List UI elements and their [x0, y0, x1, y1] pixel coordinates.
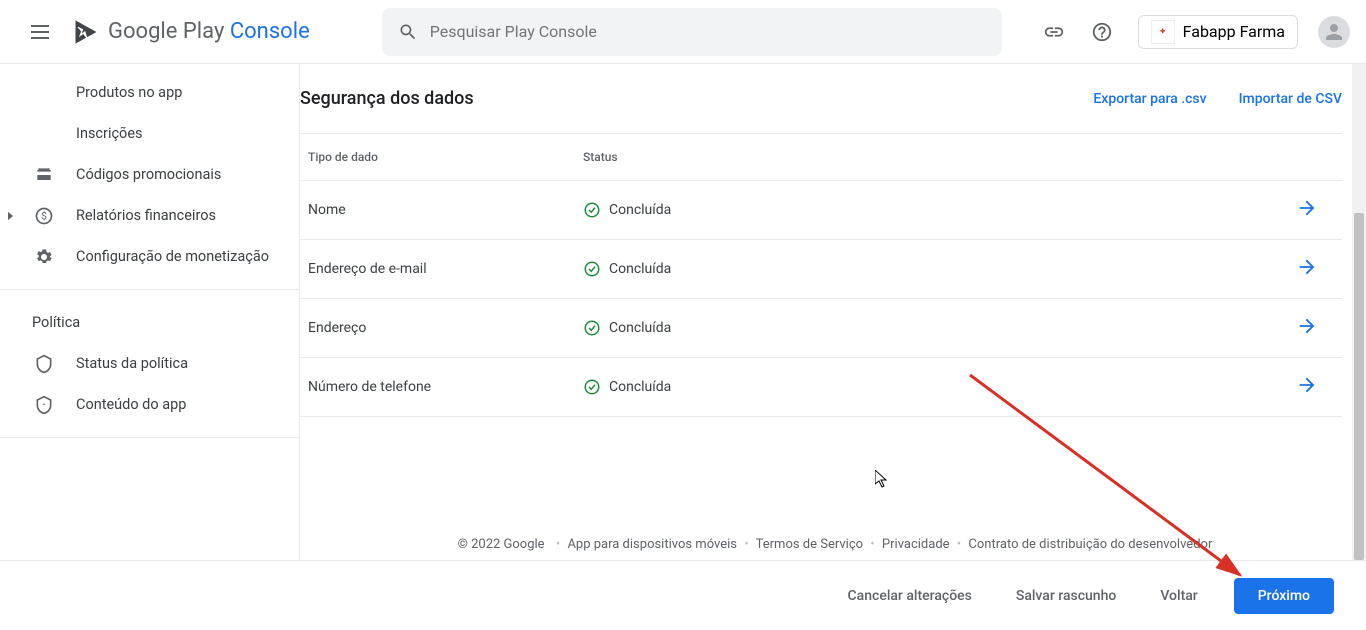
sidebar-group-policy: Política	[0, 302, 299, 343]
check-circle-icon	[583, 201, 601, 219]
search-bar[interactable]	[382, 8, 1002, 56]
check-circle-icon	[583, 260, 601, 278]
cell-status: Concluída	[609, 261, 671, 277]
help-icon-button[interactable]	[1082, 12, 1122, 52]
footer-link-distribution[interactable]: Contrato de distribuição do desenvolvedo…	[968, 537, 1212, 552]
play-console-logo[interactable]: Google Play Console	[72, 18, 310, 46]
brand-text-b: Console	[230, 19, 310, 44]
row-arrow-button[interactable]	[1296, 256, 1334, 282]
play-console-icon	[72, 18, 100, 46]
footer-link-mobile-app[interactable]: App para dispositivos móveis	[567, 537, 737, 552]
gear-icon	[32, 245, 56, 269]
link-icon-button[interactable]	[1034, 12, 1074, 52]
app-brand-icon: ✚	[1151, 20, 1175, 44]
arrow-right-icon	[1296, 315, 1318, 337]
person-icon	[1322, 20, 1346, 44]
back-button[interactable]: Voltar	[1152, 578, 1205, 614]
hamburger-menu-button[interactable]	[16, 8, 64, 56]
link-icon	[1043, 21, 1065, 43]
column-header-status: Status	[583, 150, 618, 164]
arrow-right-icon	[1296, 256, 1318, 278]
table-row: Número de telefone Concluída	[300, 357, 1342, 417]
row-arrow-button[interactable]	[1296, 315, 1334, 341]
sidebar-item-products[interactable]: Produtos no app	[0, 72, 299, 113]
table-row: Endereço de e-mail Concluída	[300, 239, 1342, 298]
check-circle-icon	[583, 319, 601, 337]
next-button[interactable]: Próximo	[1234, 578, 1334, 614]
page-title: Segurança dos dados	[300, 88, 474, 109]
help-icon	[1091, 21, 1113, 43]
sidebar-item-subscriptions[interactable]: Inscrições	[0, 113, 299, 154]
sidebar-item-monetization-config[interactable]: Configuração de monetização	[0, 236, 299, 277]
arrow-right-icon	[1296, 374, 1318, 396]
footer-link-tos[interactable]: Termos de Serviço	[756, 537, 863, 552]
search-input[interactable]	[430, 22, 986, 41]
copyright-text: © 2022 Google	[458, 537, 545, 552]
bottom-action-bar: Cancelar alterações Salvar rascunho Volt…	[0, 560, 1366, 630]
svg-text:$: $	[41, 209, 47, 222]
cell-status: Concluída	[609, 320, 671, 336]
cell-type: Nome	[308, 202, 583, 218]
cell-type: Endereço	[308, 320, 583, 336]
cell-type: Endereço de e-mail	[308, 261, 583, 277]
check-circle-icon	[583, 378, 601, 396]
table-row: Nome Concluída	[300, 180, 1342, 239]
storefront-icon	[32, 163, 56, 187]
sidebar-divider	[0, 437, 299, 438]
main-content: Segurança dos dados Exportar para .csv I…	[300, 64, 1366, 560]
footer-links: © 2022 Google • App para dispositivos mó…	[300, 537, 1366, 552]
cancel-changes-button[interactable]: Cancelar alterações	[840, 578, 980, 614]
account-chip[interactable]: ✚ Fabapp Farma	[1138, 15, 1298, 49]
user-avatar[interactable]	[1318, 16, 1350, 48]
app-header: Google Play Console ✚ Fabapp Farma	[0, 0, 1366, 64]
sidebar-item-financial-reports[interactable]: $ Relatórios financeiros	[0, 195, 299, 236]
export-csv-link[interactable]: Exportar para .csv	[1093, 91, 1206, 107]
row-arrow-button[interactable]	[1296, 374, 1334, 400]
sidebar-item-policy-status[interactable]: Status da política	[0, 343, 299, 384]
cell-status: Concluída	[609, 379, 671, 395]
sidebar-item-promo-codes[interactable]: Códigos promocionais	[0, 154, 299, 195]
cell-type: Número de telefone	[308, 379, 583, 395]
search-icon	[398, 22, 418, 42]
vertical-scrollbar[interactable]	[1352, 64, 1366, 560]
arrow-right-icon	[1296, 197, 1318, 219]
data-types-table: Tipo de dado Status Nome Concluída Ender…	[300, 133, 1342, 417]
sidebar-divider	[0, 289, 299, 290]
brand-text-a: Google Play	[108, 19, 230, 44]
import-csv-link[interactable]: Importar de CSV	[1239, 91, 1342, 107]
dollar-icon: $	[32, 204, 56, 228]
sidebar-item-app-content[interactable]: Conteúdo do app	[0, 384, 299, 425]
column-header-type: Tipo de dado	[308, 150, 583, 164]
sidebar: Produtos no app Inscrições Códigos promo…	[0, 64, 300, 560]
table-row: Endereço Concluída	[300, 298, 1342, 357]
scrollbar-thumb[interactable]	[1354, 213, 1364, 560]
save-draft-button[interactable]: Salvar rascunho	[1008, 578, 1124, 614]
account-name: Fabapp Farma	[1183, 22, 1285, 41]
cell-status: Concluída	[609, 202, 671, 218]
shield-check-icon	[32, 352, 56, 376]
footer-link-privacy[interactable]: Privacidade	[882, 537, 950, 552]
shield-icon	[32, 393, 56, 417]
row-arrow-button[interactable]	[1296, 197, 1334, 223]
